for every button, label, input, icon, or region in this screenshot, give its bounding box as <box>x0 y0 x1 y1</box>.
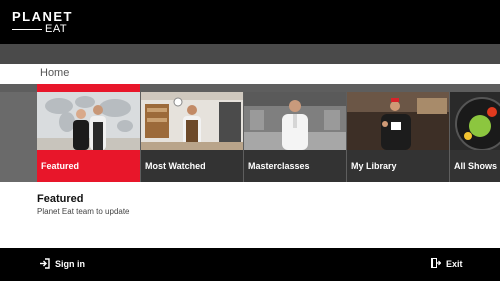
tile-most-watched-caption: Most Watched <box>141 150 243 182</box>
logo-text-top: PLANET <box>12 9 73 24</box>
tile-my-library[interactable]: My Library <box>347 92 449 182</box>
exit-icon <box>430 257 442 271</box>
rail-edge-left <box>0 92 37 182</box>
planet-eat-logo: PLANET EAT <box>12 10 74 36</box>
tile-masterclasses-caption: Masterclasses <box>244 150 346 182</box>
tile-most-watched-label: Most Watched <box>145 161 206 171</box>
sign-in-label: Sign in <box>55 259 85 269</box>
tile-masterclasses[interactable]: Masterclasses <box>244 92 346 182</box>
top-bar: PLANET EAT <box>0 0 500 44</box>
tile-my-library-caption: My Library <box>347 150 449 182</box>
tile-featured-image <box>37 92 140 150</box>
bottom-bar: Sign in Exit <box>0 248 500 281</box>
tile-masterclasses-label: Masterclasses <box>248 161 310 171</box>
tile-all-shows[interactable]: All Shows <box>450 92 500 182</box>
sign-in-button[interactable]: Sign in <box>39 256 85 272</box>
tile-my-library-image <box>347 92 449 150</box>
logo-divider <box>12 29 42 30</box>
info-title: Featured <box>37 193 84 205</box>
tile-most-watched-image <box>141 92 243 150</box>
tile-most-watched[interactable]: Most Watched <box>141 92 243 182</box>
tile-featured[interactable]: Featured <box>37 84 140 182</box>
header-strip <box>0 44 500 64</box>
tile-all-shows-image <box>450 92 500 150</box>
tile-all-shows-caption: All Shows <box>450 150 500 182</box>
breadcrumb-home: Home <box>40 67 70 79</box>
tile-my-library-label: My Library <box>351 161 397 171</box>
tile-featured-label: Featured <box>41 161 80 171</box>
sign-in-icon <box>39 257 50 271</box>
tile-all-shows-label: All Shows <box>454 161 498 171</box>
info-description: Planet Eat team to update <box>37 207 130 216</box>
exit-button[interactable]: Exit <box>430 256 463 272</box>
tile-masterclasses-image <box>244 92 346 150</box>
tile-featured-caption: Featured <box>37 150 140 182</box>
category-rail: Featured Most Watched Masterclasses My L… <box>0 84 500 182</box>
breadcrumb: Home <box>0 64 500 84</box>
logo-text-bottom: EAT <box>45 23 68 35</box>
selection-indicator <box>37 84 140 92</box>
exit-label: Exit <box>446 259 463 269</box>
info-panel: Featured Planet Eat team to update <box>0 182 500 248</box>
